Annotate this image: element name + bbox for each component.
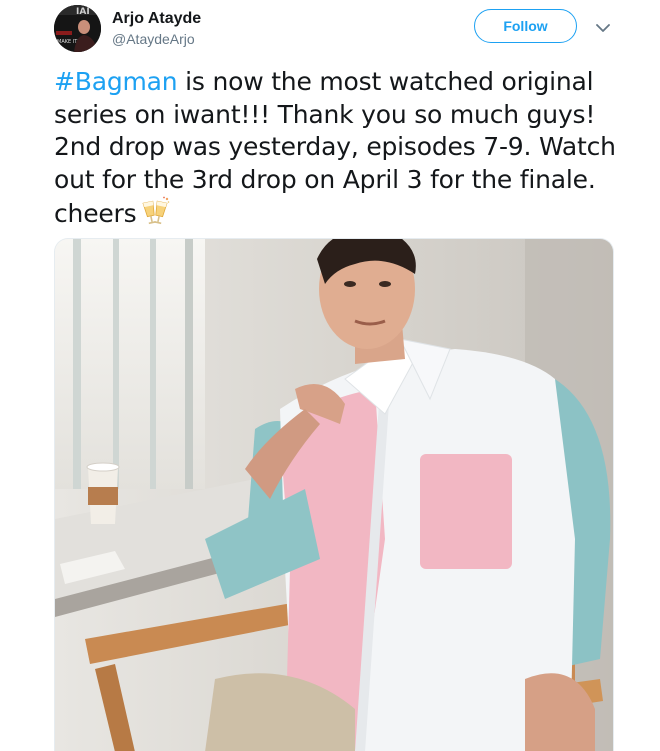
- tweet-line-3: 2nd drop was yesterday, episodes 7-9. Wa…: [54, 132, 616, 161]
- clinking-glasses-icon: [140, 196, 170, 235]
- tweet-line-2: series on iwant!!! Thank you so much guy…: [54, 99, 596, 129]
- tweet-line-1: #Bagman is now the most watched original: [54, 66, 626, 99]
- tweet-card: IAI MAKE IT Arjo Atayde @AtaydeArjo Foll…: [0, 0, 660, 751]
- tweet-line-5: cheers: [54, 196, 626, 235]
- tweet-line-1-rest: is now the most watched original: [177, 67, 594, 96]
- author-handle[interactable]: @AtaydeArjo: [112, 31, 195, 48]
- author-avatar[interactable]: IAI MAKE IT: [54, 5, 101, 52]
- tweet-photo[interactable]: [54, 238, 614, 751]
- tweet-text: #Bagman is now the most watched original…: [54, 66, 626, 235]
- svg-text:MAKE IT: MAKE IT: [57, 39, 78, 45]
- tweet-line-4: out for the 3rd drop on April 3 for the …: [54, 164, 596, 194]
- tweet-line-5-text: cheers: [54, 199, 137, 228]
- chevron-down-icon[interactable]: [593, 18, 613, 38]
- follow-button[interactable]: Follow: [474, 9, 577, 43]
- author-name[interactable]: Arjo Atayde: [112, 9, 201, 28]
- svg-text:IAI: IAI: [76, 7, 90, 17]
- hashtag-link[interactable]: #Bagman: [54, 67, 178, 96]
